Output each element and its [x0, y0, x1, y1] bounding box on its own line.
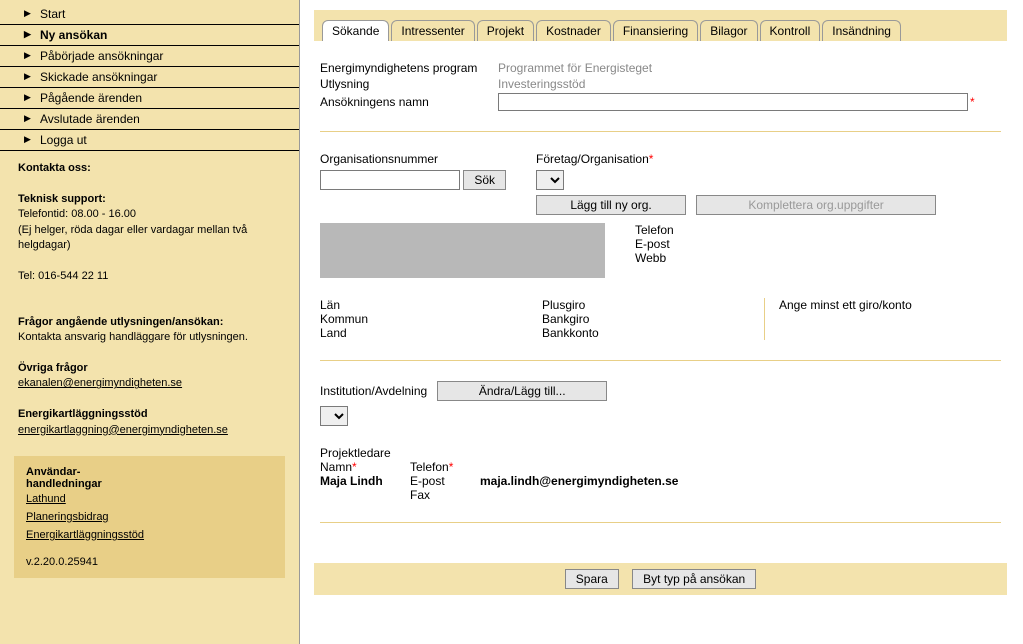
pl-phone-label: Telefon — [410, 460, 449, 474]
bankgiro-label: Bankgiro — [542, 312, 764, 326]
save-button[interactable]: Spara — [565, 569, 619, 589]
tech-hours: Telefontid: 08.00 - 16.00 — [18, 208, 136, 220]
nav-start[interactable]: Start — [0, 4, 299, 25]
guide-link-lathund[interactable]: Lathund — [26, 493, 66, 505]
tab-intressenter[interactable]: Intressenter — [391, 20, 474, 41]
institution-select[interactable] — [320, 406, 348, 426]
nav-ny-ansokan[interactable]: Ny ansökan — [0, 25, 299, 46]
required-asterisk: * — [352, 460, 357, 474]
program-value: Programmet för Energisteget — [498, 61, 1001, 75]
contact-heading: Kontakta oss: — [18, 162, 91, 174]
giro-note: Ange minst ett giro/konto — [779, 298, 1001, 312]
plusgiro-label: Plusgiro — [542, 298, 764, 312]
pl-name-label: Namn — [320, 460, 352, 474]
divider — [320, 360, 1001, 361]
questions-text: Kontakta ansvarig handläggare för utlysn… — [18, 331, 248, 343]
tech-support-title: Teknisk support: — [18, 193, 106, 205]
company-label: Företag/Organisation — [536, 152, 649, 166]
phone-label: Telefon — [635, 223, 674, 237]
divider — [320, 131, 1001, 132]
call-label: Utlysning — [320, 77, 498, 91]
other-email-link[interactable]: ekanalen@energimyndigheten.se — [18, 377, 182, 389]
guide-link-planering[interactable]: Planeringsbidrag — [26, 511, 109, 523]
version-text: v.2.20.0.25941 — [26, 556, 98, 568]
program-label: Energimyndighetens program — [320, 61, 498, 75]
nav-skickade[interactable]: Skickade ansökningar — [0, 67, 299, 88]
tab-bar: Sökande Intressenter Projekt Kostnader F… — [314, 10, 1007, 41]
nav-avslutade[interactable]: Avslutade ärenden — [0, 109, 299, 130]
bottom-bar: Spara Byt typ på ansökan — [314, 563, 1007, 595]
pl-fax-label: Fax — [410, 488, 480, 502]
institution-label: Institution/Avdelning — [320, 384, 427, 398]
pl-email-label: E-post — [410, 474, 480, 488]
guides-title1: Användar- — [26, 466, 80, 478]
add-org-button[interactable]: Lägg till ny org. — [536, 195, 686, 215]
call-value: Investeringsstöd — [498, 77, 1001, 91]
sidebar: Start Ny ansökan Påbörjade ansökningar S… — [0, 0, 300, 644]
appname-label: Ansökningens namn — [320, 95, 498, 109]
tab-projekt[interactable]: Projekt — [477, 20, 534, 41]
pl-email-value: maja.lindh@energimyndigheten.se — [480, 474, 678, 488]
ek-title: Energikartläggningsstöd — [18, 408, 148, 420]
web-label: Webb — [635, 251, 674, 265]
orgnum-input[interactable] — [320, 170, 460, 190]
edit-add-button[interactable]: Ändra/Lägg till... — [437, 381, 607, 401]
bankaccount-label: Bankkonto — [542, 326, 764, 340]
pl-name-value: Maja Lindh — [320, 474, 383, 488]
guide-link-energikart[interactable]: Energikartläggningsstöd — [26, 529, 144, 541]
nav-paborjade[interactable]: Påbörjade ansökningar — [0, 46, 299, 67]
tab-sokande[interactable]: Sökande — [322, 20, 389, 41]
projectleader-heading: Projektledare — [320, 446, 1001, 460]
municipality-label: Kommun — [320, 312, 542, 326]
email-label: E-post — [635, 237, 674, 251]
tab-finansiering[interactable]: Finansiering — [613, 20, 698, 41]
county-label: Län — [320, 298, 542, 312]
ek-email-link[interactable]: energikartlaggning@energimyndigheten.se — [18, 424, 228, 436]
org-details-box — [320, 223, 605, 278]
tab-kostnader[interactable]: Kostnader — [536, 20, 611, 41]
required-asterisk: * — [449, 460, 454, 474]
nav-logga-ut[interactable]: Logga ut — [0, 130, 299, 151]
country-label: Land — [320, 326, 542, 340]
tab-kontroll[interactable]: Kontroll — [760, 20, 821, 41]
appname-input[interactable] — [498, 93, 968, 111]
search-button[interactable]: Sök — [463, 170, 506, 190]
contact-section: Kontakta oss: Teknisk support: Telefonti… — [0, 151, 299, 448]
required-asterisk: * — [970, 95, 975, 109]
tech-phone: Tel: 016-544 22 11 — [18, 270, 108, 282]
questions-title: Frågor angående utlysningen/ansökan: — [18, 316, 223, 328]
other-title: Övriga frågor — [18, 362, 88, 374]
tab-bilagor[interactable]: Bilagor — [700, 20, 757, 41]
tab-insandning[interactable]: Insändning — [822, 20, 901, 41]
nav-pagaende[interactable]: Pågående ärenden — [0, 88, 299, 109]
change-type-button[interactable]: Byt typ på ansökan — [632, 569, 756, 589]
guides-title2: handledningar — [26, 478, 102, 490]
main-content: Sökande Intressenter Projekt Kostnader F… — [300, 0, 1023, 644]
orgnum-label: Organisationsnummer — [320, 152, 506, 166]
divider — [320, 522, 1001, 523]
tech-note: (Ej helger, röda dagar eller vardagar me… — [18, 224, 247, 251]
company-select[interactable] — [536, 170, 564, 190]
complete-org-button[interactable]: Komplettera org.uppgifter — [696, 195, 936, 215]
guides-box: Användar- handledningar Lathund Planerin… — [14, 456, 285, 578]
required-asterisk: * — [649, 152, 654, 166]
